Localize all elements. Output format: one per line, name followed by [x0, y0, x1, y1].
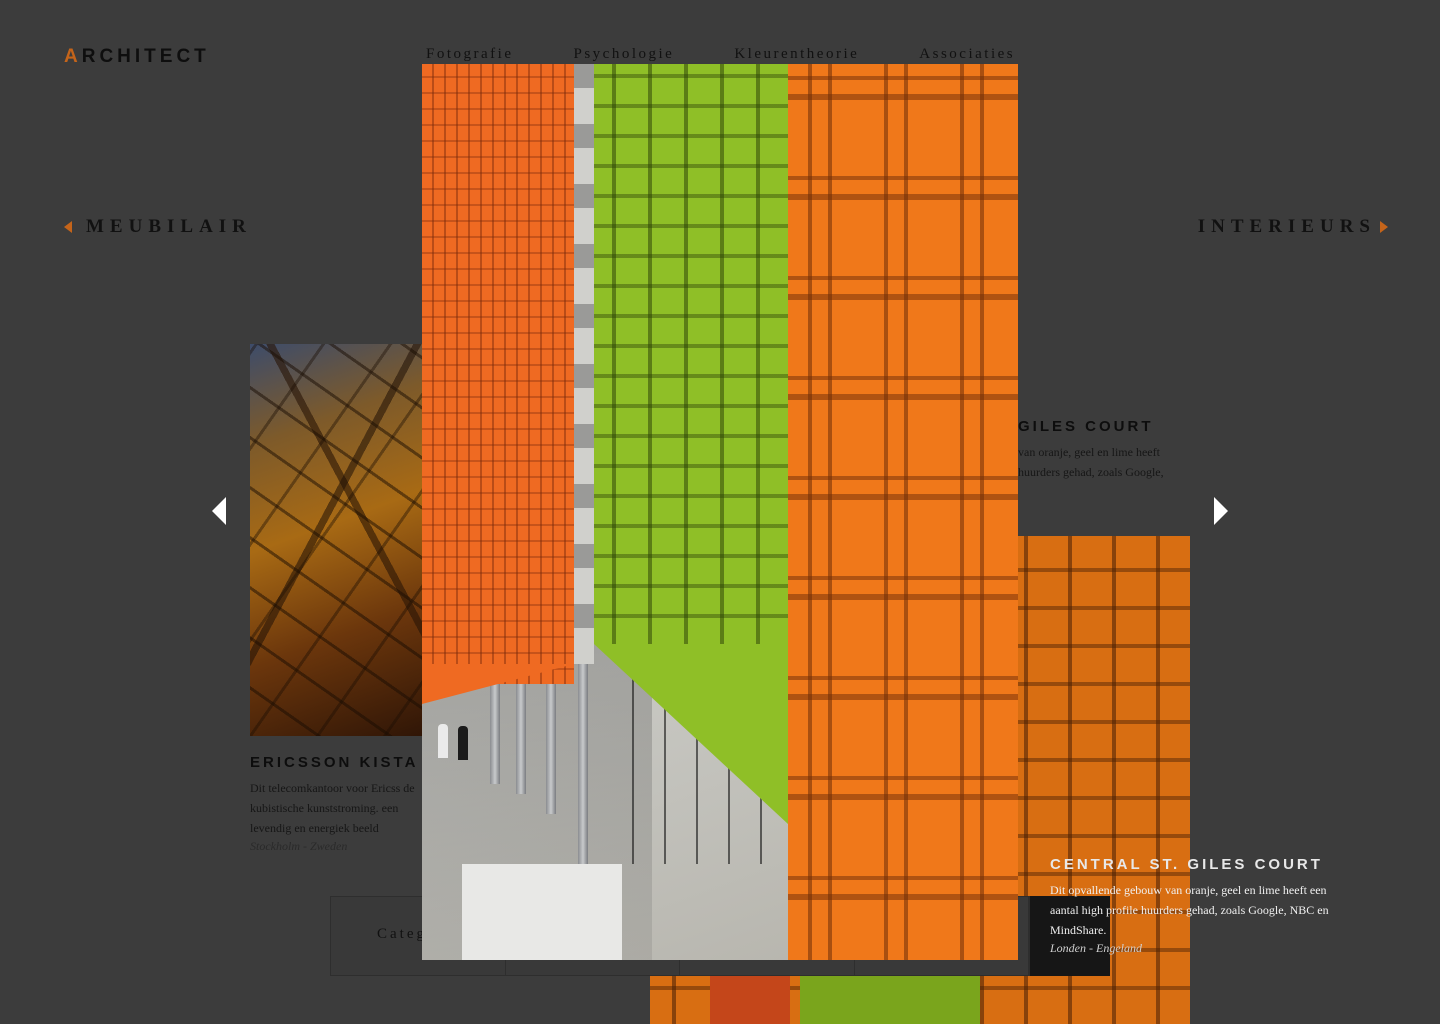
lightbox-orange-facade-left: [422, 64, 574, 684]
person-figure: [438, 724, 448, 758]
nav-item-kleurentheorie[interactable]: Kleurentheorie: [734, 46, 859, 63]
site-logo[interactable]: ARCHITECT: [64, 46, 210, 68]
nav-item-associaties[interactable]: Associaties: [919, 46, 1015, 63]
ericsson-kista-image[interactable]: [250, 344, 450, 736]
lightbox-image[interactable]: [422, 64, 1018, 960]
main-nav: Fotografie Psychologie Kleurentheorie As…: [426, 46, 1075, 63]
card-location-ericsson: Stockholm - Zweden: [250, 839, 348, 853]
lightbox-orange-facade-right: [788, 64, 1018, 960]
lightbox-orange-facade-left-edge: [422, 664, 574, 704]
lightbox-lime-facade: [594, 64, 788, 644]
category-label[interactable]: Categ: [377, 926, 427, 943]
next-slide-arrow-icon[interactable]: [1214, 497, 1228, 525]
card-title-giles-partial: GILES COURT: [1018, 418, 1154, 435]
lightbox-lime-facade-edge: [594, 644, 788, 824]
nav-item-fotografie[interactable]: Fotografie: [426, 46, 513, 63]
pillar: [578, 644, 588, 864]
card-description-giles-partial: van oranje, geel en lime heeft huurders …: [1018, 445, 1164, 479]
logo-text: RCHITECT: [81, 46, 210, 67]
facade-red-detail: [710, 974, 790, 1024]
lightbox-facade-gap: [574, 64, 594, 664]
prev-section-link[interactable]: MEUBILAIR: [64, 216, 252, 238]
chevron-right-icon: [1380, 221, 1388, 233]
logo-initial: A: [64, 46, 82, 67]
lightbox-stone-slab: [462, 864, 622, 960]
previous-slide-arrow-icon[interactable]: [212, 497, 226, 525]
card-title-central-st-giles: CENTRAL ST. GILES COURT: [1050, 856, 1323, 873]
card-description-central-st-giles: Dit opvallende gebouw van oranje, geel e…: [1050, 883, 1329, 937]
person-figure: [458, 726, 468, 760]
chevron-left-icon: [64, 221, 72, 233]
card-title-ericsson: ERICSSON KISTA: [250, 754, 419, 771]
card-location-central-st-giles: Londen - Engeland: [1050, 941, 1142, 955]
next-section-label: INTERIEURS: [1197, 216, 1376, 237]
next-section-link[interactable]: INTERIEURS: [1198, 216, 1388, 238]
card-description-ericsson: Dit telecomkantoor voor Ericss de kubist…: [250, 781, 415, 835]
prev-section-label: MEUBILAIR: [86, 216, 252, 237]
nav-item-psychologie[interactable]: Psychologie: [573, 46, 674, 63]
